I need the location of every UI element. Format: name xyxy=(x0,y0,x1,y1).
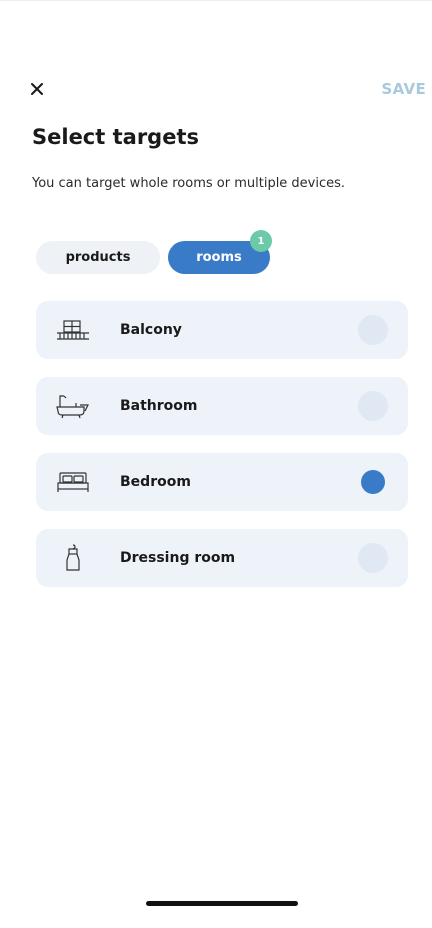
rooms-count-badge: 1 xyxy=(250,230,272,252)
page-title: Select targets xyxy=(32,125,199,149)
tab-rooms-label: rooms xyxy=(196,250,242,265)
save-button[interactable]: SAVE xyxy=(382,80,426,98)
top-bar: SAVE xyxy=(30,77,426,101)
room-list: Balcony Bathroom Bedroom Dressing room xyxy=(36,301,408,605)
home-indicator[interactable] xyxy=(146,901,298,906)
bathtub-icon xyxy=(56,395,89,419)
room-label: Dressing room xyxy=(120,550,236,566)
target-type-tabs: products rooms 1 xyxy=(36,230,272,274)
room-radio[interactable] xyxy=(358,543,388,573)
room-item-bedroom[interactable]: Bedroom xyxy=(36,453,408,511)
room-label: Balcony xyxy=(120,322,182,338)
room-label: Bathroom xyxy=(120,398,198,414)
room-label: Bedroom xyxy=(120,474,191,490)
room-item-bathroom[interactable]: Bathroom xyxy=(36,377,408,435)
room-radio[interactable] xyxy=(358,315,388,345)
room-radio[interactable] xyxy=(358,391,388,421)
close-button[interactable] xyxy=(30,77,54,101)
room-radio-selected[interactable] xyxy=(361,470,385,494)
select-targets-screen: SAVE Select targets You can target whole… xyxy=(0,0,432,928)
tab-products-label: products xyxy=(65,250,131,265)
page-subtitle: You can target whole rooms or multiple d… xyxy=(32,176,346,191)
balcony-icon xyxy=(57,320,89,340)
room-item-balcony[interactable]: Balcony xyxy=(36,301,408,359)
room-item-dressing-room[interactable]: Dressing room xyxy=(36,529,408,587)
tab-rooms[interactable]: rooms 1 xyxy=(168,230,272,274)
tab-products[interactable]: products xyxy=(36,241,160,274)
bed-icon xyxy=(57,472,89,492)
dress-icon xyxy=(66,544,80,571)
close-icon xyxy=(31,83,43,95)
